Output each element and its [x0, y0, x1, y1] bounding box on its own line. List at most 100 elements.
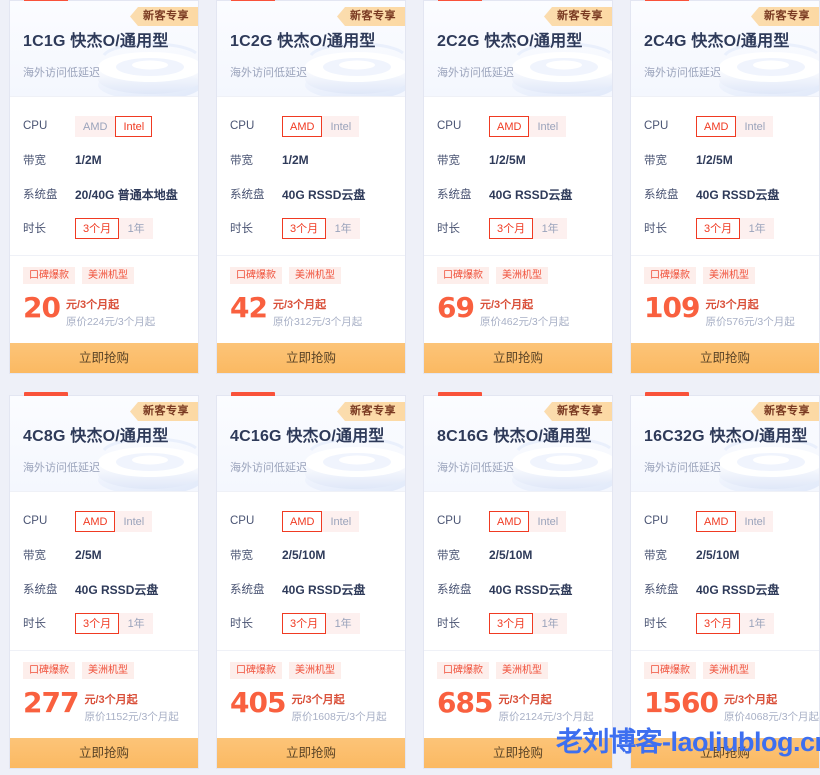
card-header: 新客专享 4C16G 快杰O/通用型 海外访问低延迟	[217, 396, 405, 492]
duration-segmented-control[interactable]: 3个月 1年	[282, 217, 361, 239]
duration-option-3个月[interactable]: 3个月	[75, 217, 120, 239]
cpu-option-AMD[interactable]: AMD	[696, 115, 737, 137]
spec-row: CPU AMD Intel	[230, 109, 392, 143]
product-card[interactable]: 新客专享 8C16G 快杰O/通用型 海外访问低延迟 CPU AMD Intel 带宽 2/5…	[423, 392, 613, 769]
product-card[interactable]: 新客专享 4C8G 快杰O/通用型 海外访问低延迟 CPU AMD Intel 带宽 2/5M…	[9, 392, 199, 769]
cpu-option-AMD[interactable]: AMD	[75, 510, 116, 532]
duration-label: 时长	[230, 223, 253, 235]
spec-row: 带宽 1/2/5M	[644, 143, 806, 177]
disk-value: 40G RSSD云盘	[282, 582, 366, 597]
duration-option-1年[interactable]: 1年	[326, 217, 361, 239]
duration-option-3个月[interactable]: 3个月	[696, 612, 741, 634]
price-line: 1560 元/3个月起 原价4068元/3个月起	[644, 689, 819, 724]
duration-option-3个月[interactable]: 3个月	[696, 217, 741, 239]
product-card[interactable]: 新客专享 1C1G 快杰O/通用型 海外访问低延迟 CPU AMD Intel 带宽 1/2M…	[9, 0, 199, 374]
cpu-option-Intel[interactable]: Intel	[322, 115, 360, 137]
tag-list: 口碑爆款 美洲机型	[437, 662, 599, 679]
duration-option-1年[interactable]: 1年	[119, 612, 154, 634]
cpu-segmented-control[interactable]: AMD Intel	[489, 115, 567, 137]
buy-now-button[interactable]: 立即抢购	[10, 738, 198, 768]
buy-now-button[interactable]: 立即抢购	[217, 738, 405, 768]
cpu-segmented-control[interactable]: AMD Intel	[75, 115, 153, 137]
duration-option-1年[interactable]: 1年	[533, 217, 568, 239]
cpu-option-Intel[interactable]: Intel	[529, 510, 567, 532]
cpu-option-AMD[interactable]: AMD	[489, 510, 530, 532]
duration-option-1年[interactable]: 1年	[533, 612, 568, 634]
original-price: 原价224元/3个月起	[65, 316, 156, 328]
duration-option-1年[interactable]: 1年	[326, 612, 361, 634]
cpu-label: CPU	[644, 120, 669, 132]
cpu-option-Intel[interactable]: Intel	[115, 115, 153, 137]
cpu-option-Intel[interactable]: Intel	[529, 115, 567, 137]
cpu-option-AMD[interactable]: AMD	[489, 115, 530, 137]
card-title: 8C16G 快杰O/通用型	[437, 428, 592, 445]
cpu-segmented-control[interactable]: AMD Intel	[75, 510, 153, 532]
cpu-label: CPU	[230, 120, 255, 132]
duration-option-1年[interactable]: 1年	[119, 217, 154, 239]
spec-list: CPU AMD Intel 带宽 2/5/10M 系统盘 40G RSSD云盘 时长 3个月 1年	[217, 492, 405, 651]
buy-now-button[interactable]: 立即抢购	[424, 738, 612, 768]
price-line: 109 元/3个月起 原价576元/3个月起	[644, 294, 806, 329]
cpu-segmented-control[interactable]: AMD Intel	[489, 510, 567, 532]
cpu-segmented-control[interactable]: AMD Intel	[282, 510, 360, 532]
cpu-option-AMD[interactable]: AMD	[282, 115, 323, 137]
duration-segmented-control[interactable]: 3个月 1年	[489, 612, 568, 634]
cpu-option-AMD[interactable]: AMD	[75, 115, 116, 137]
product-tag: 美洲机型	[289, 267, 341, 284]
buy-now-button[interactable]: 立即抢购	[631, 343, 819, 373]
tag-list: 口碑爆款 美洲机型	[23, 662, 185, 679]
tag-list: 口碑爆款 美洲机型	[230, 662, 392, 679]
buy-now-button[interactable]: 立即抢购	[10, 343, 198, 373]
new-customer-badge: 新客专享	[130, 7, 198, 26]
spec-row: 带宽 2/5/10M	[437, 538, 599, 572]
spec-row: 带宽 1/2M	[23, 143, 185, 177]
duration-segmented-control[interactable]: 3个月 1年	[75, 612, 154, 634]
card-title: 4C8G 快杰O/通用型	[23, 428, 169, 445]
product-card[interactable]: 新客专享 16C32G 快杰O/通用型 海外访问低延迟 CPU AMD Intel 带宽 2/…	[630, 392, 820, 769]
cpu-option-Intel[interactable]: Intel	[322, 510, 360, 532]
duration-option-3个月[interactable]: 3个月	[282, 612, 327, 634]
cpu-option-Intel[interactable]: Intel	[736, 115, 774, 137]
duration-option-1年[interactable]: 1年	[740, 217, 775, 239]
card-subtitle: 海外访问低延迟	[644, 67, 721, 79]
buy-now-button[interactable]: 立即抢购	[631, 738, 819, 768]
duration-option-3个月[interactable]: 3个月	[489, 612, 534, 634]
card-header: 新客专享 8C16G 快杰O/通用型 海外访问低延迟	[424, 396, 612, 492]
bandwidth-label: 带宽	[644, 550, 667, 562]
duration-segmented-control[interactable]: 3个月 1年	[696, 612, 775, 634]
duration-segmented-control[interactable]: 3个月 1年	[696, 217, 775, 239]
duration-option-1年[interactable]: 1年	[740, 612, 775, 634]
duration-option-3个月[interactable]: 3个月	[489, 217, 534, 239]
price-unit: 元/3个月起	[479, 299, 534, 311]
bandwidth-label: 带宽	[23, 155, 46, 167]
price-details: 元/3个月起 原价2124元/3个月起	[498, 690, 593, 724]
duration-segmented-control[interactable]: 3个月 1年	[282, 612, 361, 634]
product-card[interactable]: 新客专享 2C2G 快杰O/通用型 海外访问低延迟 CPU AMD Intel 带宽 1/2/…	[423, 0, 613, 374]
cpu-option-AMD[interactable]: AMD	[282, 510, 323, 532]
bandwidth-label: 带宽	[23, 550, 46, 562]
cpu-option-AMD[interactable]: AMD	[696, 510, 737, 532]
buy-now-button[interactable]: 立即抢购	[217, 343, 405, 373]
duration-option-3个月[interactable]: 3个月	[75, 612, 120, 634]
bandwidth-label: 带宽	[437, 155, 460, 167]
duration-segmented-control[interactable]: 3个月 1年	[75, 217, 154, 239]
product-card[interactable]: 新客专享 1C2G 快杰O/通用型 海外访问低延迟 CPU AMD Intel 带宽 1/2M…	[216, 0, 406, 374]
cpu-segmented-control[interactable]: AMD Intel	[282, 115, 360, 137]
cpu-option-Intel[interactable]: Intel	[736, 510, 774, 532]
buy-now-button[interactable]: 立即抢购	[424, 343, 612, 373]
card-subtitle: 海外访问低延迟	[230, 462, 307, 474]
cpu-segmented-control[interactable]: AMD Intel	[696, 510, 774, 532]
cpu-option-Intel[interactable]: Intel	[115, 510, 153, 532]
disk-label: 系统盘	[437, 189, 472, 201]
duration-segmented-control[interactable]: 3个月 1年	[489, 217, 568, 239]
product-card[interactable]: 新客专享 4C16G 快杰O/通用型 海外访问低延迟 CPU AMD Intel 带宽 2/5…	[216, 392, 406, 769]
duration-option-3个月[interactable]: 3个月	[282, 217, 327, 239]
cpu-segmented-control[interactable]: AMD Intel	[696, 115, 774, 137]
duration-label: 时长	[230, 618, 253, 630]
price-line: 42 元/3个月起 原价312元/3个月起	[230, 294, 392, 329]
card-subtitle: 海外访问低延迟	[230, 67, 307, 79]
product-tag: 口碑爆款	[644, 267, 696, 284]
product-card[interactable]: 新客专享 2C4G 快杰O/通用型 海外访问低延迟 CPU AMD Intel 带宽 1/2/…	[630, 0, 820, 374]
spec-row: 时长 3个月 1年	[437, 606, 599, 640]
tag-list: 口碑爆款 美洲机型	[644, 662, 806, 679]
